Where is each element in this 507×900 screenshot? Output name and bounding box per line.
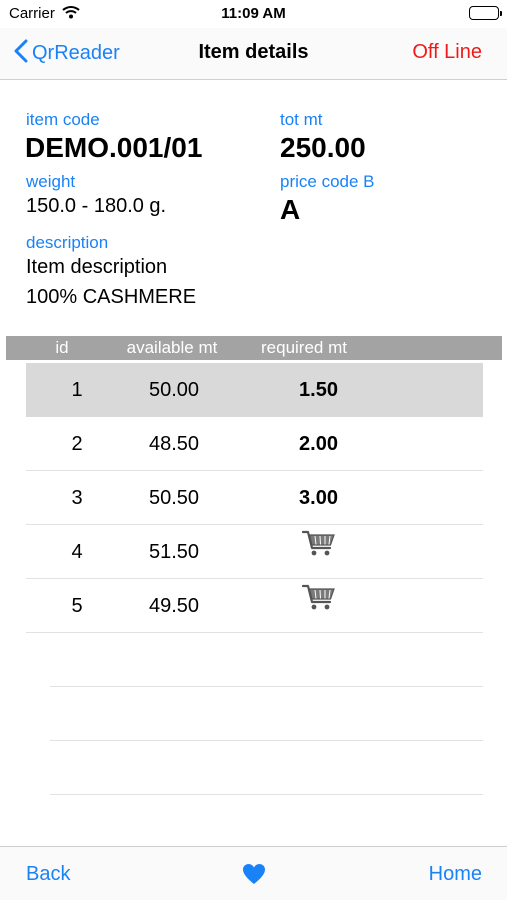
weight-value: 150.0 - 180.0 g. — [26, 195, 167, 217]
row-required: 2.00 — [299, 433, 338, 455]
column-header-required: required mt — [261, 338, 347, 357]
tot-mt-value: 250.00 — [280, 132, 366, 163]
row-available: 48.50 — [148, 433, 200, 455]
weight-label: weight — [26, 172, 76, 191]
row-available: 50.50 — [148, 487, 200, 509]
bottom-toolbar: Back Home — [0, 846, 507, 900]
empty-row-separator — [50, 740, 483, 741]
table-row[interactable]: 1 50.00 1.50 — [26, 363, 483, 417]
description-line-1: Item description — [26, 256, 168, 278]
home-button[interactable]: Home — [429, 863, 482, 886]
table-row[interactable]: 4 51.50 — [26, 525, 483, 579]
cart-icon — [301, 524, 336, 578]
table-header: id available mt required mt — [6, 336, 502, 360]
heart-icon[interactable] — [242, 863, 266, 890]
table-row[interactable]: 2 48.50 2.00 — [26, 417, 483, 471]
nav-back-button[interactable]: QrReader — [14, 38, 120, 68]
row-id: 3 — [71, 487, 83, 509]
empty-row-separator — [50, 686, 483, 687]
battery-icon — [469, 6, 502, 20]
navigation-bar: QrReader Item details Off Line — [0, 28, 507, 80]
cart-button[interactable] — [272, 525, 365, 579]
table-row[interactable]: 5 49.50 — [26, 579, 483, 633]
row-id: 1 — [71, 379, 83, 401]
row-required: 1.50 — [299, 379, 338, 401]
back-button[interactable]: Back — [26, 863, 70, 886]
row-id: 4 — [71, 541, 83, 563]
empty-row-separator — [50, 794, 483, 795]
status-bar: Carrier 11:09 AM — [0, 0, 507, 28]
row-id: 2 — [71, 433, 83, 455]
row-id: 5 — [71, 595, 83, 617]
nav-back-label: QrReader — [32, 41, 120, 64]
description-label: description — [26, 233, 109, 252]
item-code-value: DEMO.001/01 — [25, 132, 203, 163]
price-code-label: price code B — [280, 172, 375, 191]
cart-icon — [301, 578, 336, 632]
row-available: 49.50 — [148, 595, 200, 617]
price-code-value: A — [280, 194, 301, 225]
description-line-2: 100% CASHMERE — [26, 286, 197, 308]
row-available: 50.00 — [148, 379, 200, 401]
cart-button[interactable] — [272, 579, 365, 633]
table-row[interactable]: 3 50.50 3.00 — [26, 471, 483, 525]
connection-status: Off Line — [412, 41, 482, 63]
item-code-label: item code — [26, 110, 100, 129]
row-available: 51.50 — [148, 541, 200, 563]
column-header-available: available mt — [126, 338, 218, 357]
status-time: 11:09 AM — [221, 5, 286, 22]
chevron-left-icon — [14, 39, 28, 68]
row-required: 3.00 — [299, 487, 338, 509]
tot-mt-label: tot mt — [280, 110, 323, 129]
column-header-id: id — [55, 338, 69, 357]
